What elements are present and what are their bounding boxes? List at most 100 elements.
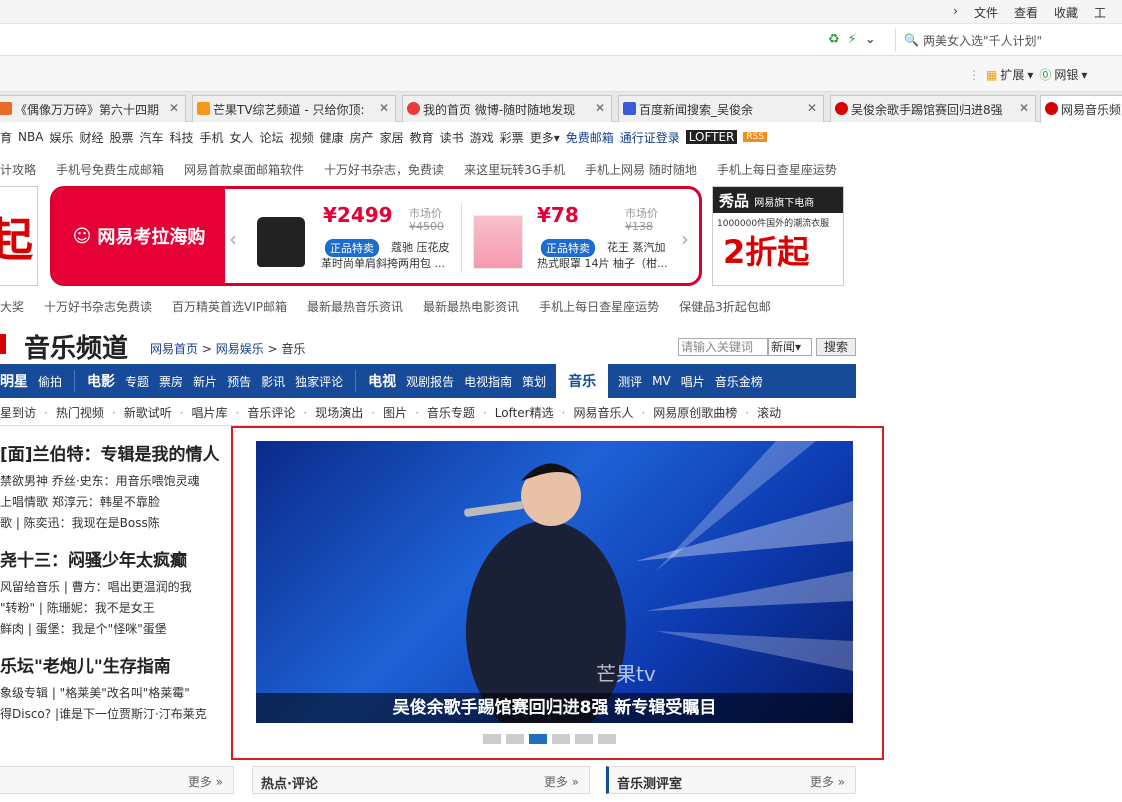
menu-file[interactable]: 文件 (974, 4, 998, 21)
subnav-link[interactable]: 网易音乐人 (573, 404, 633, 421)
close-icon[interactable]: ✕ (379, 101, 389, 115)
subnav-link[interactable]: 图片 (383, 404, 407, 421)
nav-link[interactable]: 教育 (410, 129, 434, 146)
news-sub-link[interactable]: "转粉" | 陈珊妮：我不是女王 (0, 598, 240, 619)
news-headline[interactable]: [面]兰伯特：专辑是我的情人 (0, 440, 240, 465)
pager-dot[interactable] (506, 734, 524, 744)
tab-6-active[interactable]: 网易音乐频 (1040, 95, 1122, 123)
product-2[interactable]: ¥78 市场价 ¥138 正品特卖 花王 蒸汽加 热式眼罩 14片 柚子（柑... (467, 195, 687, 283)
slide-caption[interactable]: 吴俊余歌手踢馆赛回归进8强 新专辑受瞩目 (256, 693, 853, 723)
nav-link[interactable]: 育 (0, 129, 12, 146)
promo-link[interactable]: 十万好书杂志，免费读 (324, 161, 444, 178)
nav-link[interactable]: 更多▾ (530, 129, 560, 146)
promo-link[interactable]: 最新最热音乐资讯 (307, 298, 403, 315)
nav-music-link[interactable]: 唱片 (681, 373, 705, 390)
pager-dot[interactable] (598, 734, 616, 744)
nav-star-link[interactable]: 明星 (0, 371, 28, 391)
more-link[interactable]: 更多 » (810, 773, 845, 790)
promo-link[interactable]: 计攻略 (0, 161, 36, 178)
netbank-button[interactable]: ⓪ 网银 ▾ (1039, 66, 1087, 83)
promo-link[interactable]: 大奖 (0, 298, 24, 315)
menu-view[interactable]: 查看 (1014, 4, 1038, 21)
nav-link[interactable]: 女人 (230, 129, 254, 146)
nav-link[interactable]: RSS (743, 132, 768, 142)
breadcrumb-ent[interactable]: 网易娱乐 (216, 342, 264, 356)
nav-movie-link[interactable]: 专题 (125, 373, 149, 390)
subnav-link[interactable]: 音乐评论 (247, 404, 295, 421)
nav-link[interactable]: 家居 (380, 129, 404, 146)
nav-link[interactable]: NBA (18, 130, 43, 144)
subnav-link[interactable]: 现场演出 (315, 404, 363, 421)
nav-star-link[interactable]: 偷拍 (38, 373, 62, 390)
nav-link[interactable]: 彩票 (500, 129, 524, 146)
tab-3[interactable]: 我的首页 微博-随时随地发现 ✕ (402, 95, 612, 122)
menu-tools[interactable]: 工 (1094, 4, 1106, 21)
slide-image[interactable]: 芒果tv 吴俊余歌手踢馆赛回归进8强 新专辑受瞩目 (256, 441, 853, 723)
news-sub-link[interactable]: 上唱情歌 郑淳元：韩星不靠脸 (0, 492, 240, 513)
close-icon[interactable]: ✕ (1019, 101, 1029, 115)
nav-music-link[interactable]: 测评 (618, 373, 642, 390)
promo-link[interactable]: 来这里玩转3G手机 (464, 161, 565, 178)
search-input[interactable]: 两美女入选"千人计划" (923, 32, 1042, 49)
nav-music-link[interactable]: MV (652, 374, 671, 388)
news-sub-link[interactable]: 象级专辑 | "格莱美"改名叫"格莱霉" (0, 683, 240, 704)
promo-link[interactable]: 手机上每日查星座运势 (539, 298, 659, 315)
news-sub-link[interactable]: 歌 | 陈奕迅：我现在是Boss陈 (0, 513, 240, 534)
nav-movie-link[interactable]: 影讯 (261, 373, 285, 390)
nav-link[interactable]: LOFTER (685, 130, 738, 144)
promo-link[interactable]: 十万好书杂志免费读 (44, 298, 152, 315)
tab-2[interactable]: 芒果TV综艺频道 - 只给你顶: ✕ (192, 95, 396, 122)
nav-movie-link[interactable]: 独家评论 (295, 373, 343, 390)
nav-link[interactable]: 股票 (109, 129, 133, 146)
next-arrow-icon[interactable]: › (681, 227, 689, 251)
lightning-icon[interactable]: ⚡ (848, 32, 857, 47)
pager-dot[interactable] (575, 734, 593, 744)
refresh-icon[interactable]: ♻ (828, 32, 840, 47)
subnav-link[interactable]: 网易原创歌曲榜 (653, 404, 737, 421)
pager-dot[interactable] (483, 734, 501, 744)
more-link[interactable]: 更多 » (544, 773, 579, 790)
nav-movie-link[interactable]: 新片 (193, 373, 217, 390)
pager-dot[interactable] (552, 734, 570, 744)
nav-movie-link[interactable]: 票房 (159, 373, 183, 390)
promo-link[interactable]: 手机上网易 随时随地 (585, 161, 697, 178)
nav-link[interactable]: 房产 (350, 129, 374, 146)
subnav-link[interactable]: 滚动 (757, 404, 781, 421)
nav-tv-link[interactable]: 观剧报告 (406, 373, 454, 390)
expand-button[interactable]: ▦ 扩展 ▾ (986, 66, 1033, 83)
search-box[interactable]: 🔍 两美女入选"千人计划" (895, 28, 1122, 52)
nav-tv[interactable]: 电视 (368, 371, 396, 391)
nav-link[interactable]: 科技 (170, 129, 194, 146)
promo-link[interactable]: 手机上每日查星座运势 (717, 161, 837, 178)
close-icon[interactable]: ✕ (807, 101, 817, 115)
news-headline[interactable]: 乐坛"老炮儿"生存指南 (0, 652, 240, 677)
tab-4[interactable]: 百度新闻搜索_吴俊余 ✕ (618, 95, 824, 122)
nav-tv-link[interactable]: 电视指南 (464, 373, 512, 390)
nav-music-link[interactable]: 音乐金榜 (715, 373, 763, 390)
chevron-down-icon[interactable]: ⌄ (865, 32, 876, 47)
kaola-banner[interactable]: ☺ 网易考拉海购 ‹ ¥2499 市场价 ¥4500 正品特卖 蔻驰 压花皮 革时尚… (50, 186, 702, 286)
subnav-link[interactable]: 唱片库 (192, 404, 228, 421)
left-ad[interactable]: 起 (0, 186, 38, 286)
nav-link[interactable]: 论坛 (260, 129, 284, 146)
nav-link[interactable]: 娱乐 (49, 129, 73, 146)
nav-link[interactable]: 视频 (290, 129, 314, 146)
nav-link[interactable]: 财经 (79, 129, 103, 146)
subnav-link[interactable]: Lofter精选 (495, 404, 554, 421)
more-link[interactable]: 更多 » (188, 773, 223, 790)
nav-link[interactable]: 通行证登录 (620, 129, 680, 146)
nav-link[interactable]: 健康 (320, 129, 344, 146)
nav-tv-link[interactable]: 策划 (522, 373, 546, 390)
category-select[interactable]: 新闻▾ (768, 338, 812, 356)
product-1[interactable]: ¥2499 市场价 ¥4500 正品特卖 蔻驰 压花皮 革时尚单肩斜挎两用包 ..… (249, 195, 459, 283)
search-button[interactable]: 搜索 (816, 338, 856, 356)
xiupin-ad[interactable]: 秀品 网易旗下电商 1000000件国外的潮流衣服 2折起 (712, 186, 844, 286)
nav-music-active[interactable]: 音乐 (556, 363, 609, 399)
keyword-input[interactable]: 请输入关键词 (678, 338, 768, 356)
promo-link[interactable]: 网易首款桌面邮箱软件 (184, 161, 304, 178)
subnav-link[interactable]: 新歌试听 (124, 404, 172, 421)
news-sub-link[interactable]: 风留给音乐 | 曹方：唱出更温润的我 (0, 577, 240, 598)
promo-link[interactable]: 最新最热电影资讯 (423, 298, 519, 315)
nav-movie-link[interactable]: 预告 (227, 373, 251, 390)
menu-chevron-icon[interactable]: › (953, 4, 958, 21)
